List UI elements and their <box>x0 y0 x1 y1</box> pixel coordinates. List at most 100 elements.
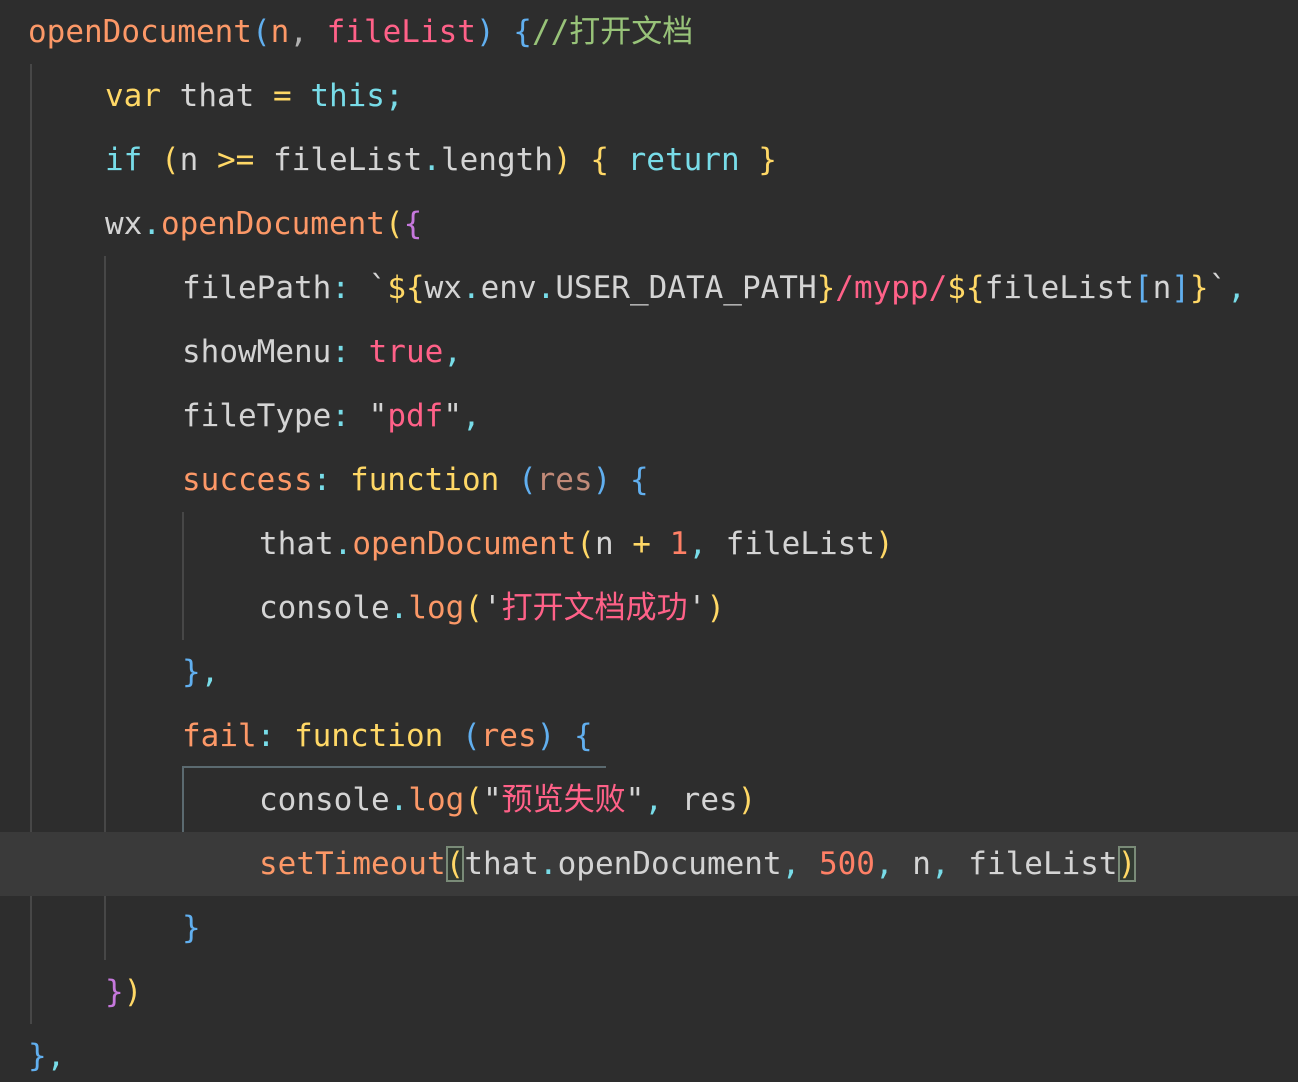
code-token: USER_DATA_PATH <box>555 270 817 306</box>
code-line[interactable]: } <box>0 896 1298 960</box>
line-tokens: fileType: "pdf", <box>182 384 481 448</box>
code-token: ( <box>576 526 595 562</box>
code-line[interactable]: if (n >= fileList.length) { return } <box>0 128 1298 192</box>
code-token: that <box>464 846 539 882</box>
line-tokens: }) <box>105 960 142 1024</box>
code-line[interactable]: }, <box>0 640 1298 704</box>
line-tokens: success: function (res) { <box>182 448 649 512</box>
code-token: } <box>28 1038 47 1074</box>
code-token: ( <box>461 718 481 754</box>
line-tokens: if (n >= fileList.length) { return } <box>105 128 777 192</box>
code-token: n <box>893 846 931 882</box>
code-token: res <box>536 462 593 498</box>
code-token: 500 <box>818 846 875 882</box>
code-token: , <box>781 846 801 882</box>
code-token: . <box>333 526 353 562</box>
code-token: n <box>594 526 633 562</box>
line-tokens: console.log("预览失败", res) <box>259 768 756 832</box>
code-token: console <box>259 782 390 818</box>
code-token: setTimeout <box>259 846 446 882</box>
code-token: { <box>573 718 593 754</box>
code-token: ) <box>552 142 572 178</box>
code-token: n <box>179 142 217 178</box>
line-tokens: filePath: `${wx.env.USER_DATA_PATH}/mypp… <box>182 256 1246 320</box>
code-token: wx <box>424 270 462 306</box>
line-tokens: }, <box>182 640 219 704</box>
code-token: pdf <box>387 398 444 434</box>
code-line[interactable]: that.openDocument(n + 1, fileList) <box>0 512 1298 576</box>
line-tokens: console.log('打开文档成功') <box>259 576 725 640</box>
code-token: n <box>1152 270 1172 306</box>
line-tokens: setTimeout(that.openDocument, 500, n, fi… <box>259 832 1137 896</box>
code-line[interactable]: }) <box>0 960 1298 1024</box>
code-token: , <box>688 526 707 562</box>
code-line[interactable]: success: function (res) { <box>0 448 1298 512</box>
code-line[interactable]: fail: function (res) { <box>0 704 1298 768</box>
code-token: " <box>368 398 388 434</box>
code-token: : <box>331 270 369 306</box>
code-token: : <box>331 334 369 370</box>
code-token: . <box>422 142 441 178</box>
line-tokens: }, <box>28 1024 65 1082</box>
code-token: filePath <box>182 270 332 306</box>
code-token: console <box>259 590 390 626</box>
code-token: } <box>182 910 201 946</box>
code-line[interactable]: console.log("预览失败", res) <box>0 768 1298 832</box>
code-token: : <box>256 718 294 754</box>
code-token: length <box>440 142 553 178</box>
code-token: openDocument <box>28 14 252 50</box>
code-token: openDocument <box>352 526 577 562</box>
code-line[interactable]: }, <box>0 1024 1298 1082</box>
code-token: " <box>443 398 462 434</box>
code-token: { <box>629 462 649 498</box>
code-token: , <box>644 782 664 818</box>
code-token: . <box>461 270 481 306</box>
code-token: , <box>200 654 220 690</box>
code-token: log <box>408 782 465 818</box>
code-token: var <box>105 78 161 114</box>
code-token: , <box>1227 270 1246 306</box>
code-token: success <box>182 462 313 498</box>
code-line[interactable]: console.log('打开文档成功') <box>0 576 1298 640</box>
code-line-current[interactable]: setTimeout(that.openDocument, 500, n, fi… <box>0 832 1298 896</box>
code-token: res <box>663 782 738 818</box>
code-token: , <box>46 1038 66 1074</box>
code-editor[interactable]: openDocument(n, fileList) {//打开文档 var th… <box>0 0 1298 1082</box>
code-token: true <box>368 334 444 370</box>
code-token: ) <box>737 782 757 818</box>
code-token: ` <box>368 270 388 306</box>
code-token: , <box>461 398 481 434</box>
code-token: /mypp/ <box>835 270 948 306</box>
line-tokens: var that = this; <box>105 64 404 128</box>
code-token: ( <box>384 206 404 242</box>
code-token: fileList <box>706 526 875 562</box>
code-token: } <box>182 654 201 690</box>
code-line[interactable]: fileType: "pdf", <box>0 384 1298 448</box>
code-token: 预览失败 <box>501 782 626 818</box>
code-token: n <box>270 14 290 50</box>
code-token: = <box>272 78 292 114</box>
code-token: 打开文档成功 <box>501 590 688 626</box>
code-line[interactable]: openDocument(n, fileList) {//打开文档 <box>0 0 1298 64</box>
code-token: . <box>389 782 409 818</box>
code-token: . <box>536 270 556 306</box>
code-line[interactable]: wx.openDocument({ <box>0 192 1298 256</box>
code-token: showMenu <box>182 334 332 370</box>
code-token: { <box>513 14 532 50</box>
code-token: ) <box>592 462 630 498</box>
line-tokens: } <box>182 896 201 960</box>
code-line[interactable]: var that = this; <box>0 64 1298 128</box>
code-token: ( <box>161 142 180 178</box>
line-tokens: openDocument(n, fileList) {//打开文档 <box>28 0 693 64</box>
code-token: ] <box>1171 270 1190 306</box>
code-token: , <box>874 846 894 882</box>
code-token: fileList <box>326 14 476 50</box>
code-token: ) <box>706 590 726 626</box>
line-tokens: showMenu: true, <box>182 320 462 384</box>
code-line[interactable]: showMenu: true, <box>0 320 1298 384</box>
code-line[interactable]: filePath: `${wx.env.USER_DATA_PATH}/mypp… <box>0 256 1298 320</box>
